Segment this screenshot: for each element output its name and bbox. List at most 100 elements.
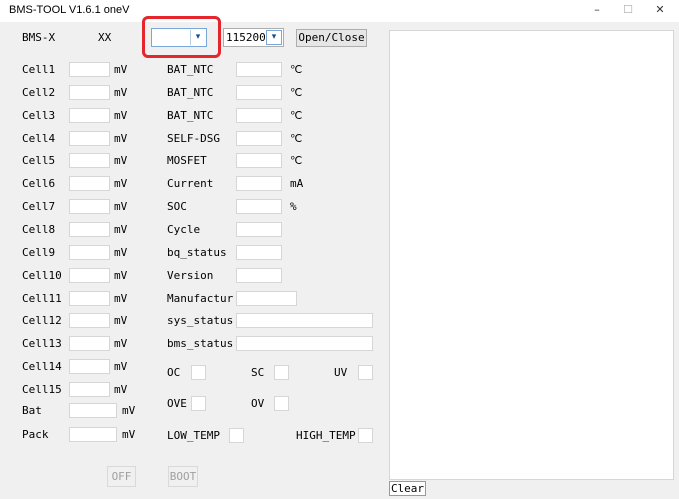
status-label: BAT_NTC [167,63,214,76]
status-label: bq_status [167,246,227,259]
highlight-box [142,16,221,58]
cell-voltage-field[interactable] [69,336,110,351]
device-label: BMS-X [22,31,56,44]
status-label: sys_status [167,314,234,327]
status-unit: ℃ [290,109,303,122]
cell-unit: mV [114,337,128,350]
status-label: Cycle [167,223,201,236]
cell-voltage-field[interactable] [69,359,110,374]
status-label: SELF-DSG [167,132,220,145]
off-button[interactable]: OFF [107,466,136,487]
status-label: BAT_NTC [167,86,214,99]
status-unit: ℃ [290,132,303,145]
high-temp-checkbox[interactable] [358,428,373,443]
minimize-icon[interactable]: – [588,2,606,18]
status-value-field[interactable] [236,62,282,77]
cell-label: Cell6 [22,177,56,190]
boot-button[interactable]: BOOT [168,466,198,487]
status-label: SOC [167,200,187,213]
cell-unit: mV [114,177,128,190]
cell-unit: mV [114,269,128,282]
pack-label: Pack [22,428,49,441]
status-value-field[interactable] [236,131,282,146]
cell-voltage-field[interactable] [69,313,110,328]
chevron-down-icon[interactable]: ▾ [266,30,282,45]
cell-label: Cell5 [22,154,56,167]
low-temp-checkbox[interactable] [229,428,244,443]
cell-label: Cell1 [22,63,56,76]
cell-label: Cell12 [22,314,62,327]
cell-label: Cell11 [22,292,62,305]
cell-label: Cell15 [22,383,62,396]
cell-unit: mV [114,246,128,259]
bat-field[interactable] [69,403,117,418]
status-unit: ℃ [290,63,303,76]
cell-voltage-field[interactable] [69,131,110,146]
cell-voltage-field[interactable] [69,85,110,100]
cell-voltage-field[interactable] [69,291,110,306]
status-value-field[interactable] [236,176,282,191]
cell-unit: mV [114,63,128,76]
pack-field[interactable] [69,427,117,442]
cell-unit: mV [114,200,128,213]
baud-select-value: 115200 [226,31,266,44]
status-value-field[interactable] [236,336,373,351]
close-icon[interactable]: ✕ [651,2,669,18]
ov-label: OV [251,397,265,410]
status-value-field[interactable] [236,85,282,100]
status-label: Manufactur [167,292,234,305]
status-unit: % [290,200,297,213]
cell-label: Cell4 [22,132,56,145]
oc-checkbox[interactable] [191,365,206,380]
cell-voltage-field[interactable] [69,153,110,168]
cell-voltage-field[interactable] [69,199,110,214]
pack-unit: mV [122,428,136,441]
clear-button[interactable]: Clear [389,481,426,496]
status-label: BAT_NTC [167,109,214,122]
cell-label: Cell3 [22,109,56,122]
sc-checkbox[interactable] [274,365,289,380]
low-temp-label: LOW_TEMP [167,429,220,442]
status-unit: mA [290,177,304,190]
cell-voltage-field[interactable] [69,222,110,237]
cell-voltage-field[interactable] [69,245,110,260]
cell-label: Cell14 [22,360,62,373]
cell-voltage-field[interactable] [69,382,110,397]
status-unit: ℃ [290,154,303,167]
status-value-field[interactable] [236,199,282,214]
cell-voltage-field[interactable] [69,108,110,123]
open-close-button[interactable]: Open/Close [296,29,367,47]
cell-voltage-field[interactable] [69,268,110,283]
status-label: bms_status [167,337,234,350]
status-value-field[interactable] [236,245,282,260]
status-value-field[interactable] [236,153,282,168]
status-value-field[interactable] [236,313,373,328]
status-value-field[interactable] [236,268,282,283]
cell-unit: mV [114,86,128,99]
cell-label: Cell9 [22,246,56,259]
cell-label: Cell13 [22,337,62,350]
maximize-icon[interactable]: ☐ [619,2,637,18]
cell-unit: mV [114,223,128,236]
status-value-field[interactable] [236,291,297,306]
status-value-field[interactable] [236,222,282,237]
ove-label: OVE [167,397,187,410]
status-label: MOSFET [167,154,207,167]
uv-checkbox[interactable] [358,365,373,380]
cell-label: Cell10 [22,269,62,282]
cell-voltage-field[interactable] [69,62,110,77]
log-textarea[interactable] [389,30,674,480]
cell-unit: mV [114,292,128,305]
high-temp-label: HIGH_TEMP [296,429,356,442]
device-value: XX [98,31,112,44]
cell-unit: mV [114,109,128,122]
ove-checkbox[interactable] [191,396,206,411]
bat-unit: mV [122,404,136,417]
baud-select[interactable]: 115200 ▾ [223,28,284,47]
cell-label: Cell7 [22,200,56,213]
cell-unit: mV [114,360,128,373]
status-value-field[interactable] [236,108,282,123]
ov-checkbox[interactable] [274,396,289,411]
cell-voltage-field[interactable] [69,176,110,191]
window-title: BMS-TOOL V1.6.1 oneV [9,4,130,16]
